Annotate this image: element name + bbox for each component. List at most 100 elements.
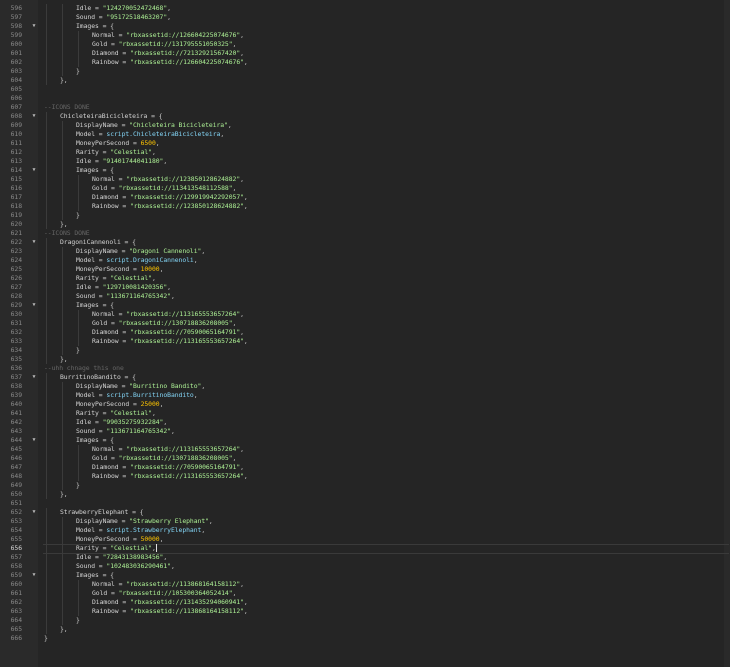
code-line[interactable]: 654 Model = script.StrawberryElephant, — [0, 526, 730, 535]
code-line[interactable]: 663 Rainbow = "rbxassetid://1138681641581… — [0, 607, 730, 616]
code-line[interactable]: 639 Model = script.BurritinoBandito, — [0, 391, 730, 400]
code-editor[interactable]: 596 Idle = "124270052472468", 597 Sound = "… — [0, 0, 730, 667]
code-line[interactable]: 656 Rarity = "Celestial", — [0, 544, 730, 554]
indent-guide — [46, 58, 47, 67]
code-line[interactable]: 623 DisplayName = "Dragoni Cannenoli", — [0, 247, 730, 256]
token-str: "99035275932284" — [102, 418, 164, 426]
code-line[interactable]: 609 DisplayName = "Chicleteira Bicicletei… — [0, 121, 730, 130]
code-line[interactable]: 599 Normal = "rbxassetid://12660422507467… — [0, 31, 730, 40]
code-line[interactable]: 646 Gold = "rbxassetid://130718836208005"… — [0, 454, 730, 463]
fold-toggle-icon[interactable]: ▼ — [30, 238, 38, 247]
fold-toggle-icon[interactable]: ▼ — [30, 436, 38, 445]
code-line[interactable]: 611 MoneyPerSecond = 6500, — [0, 139, 730, 148]
code-line[interactable]: 637 ▼ BurritinoBandito = { — [0, 373, 730, 382]
code-line[interactable]: 664} — [0, 616, 730, 625]
code-line[interactable]: 606 — [0, 94, 730, 103]
code-line[interactable]: 651 — [0, 499, 730, 508]
token-punc: }, — [60, 625, 68, 633]
code-line[interactable]: 616 Gold = "rbxassetid://113413548112588"… — [0, 184, 730, 193]
line-number: 602 — [10, 58, 22, 66]
code-line[interactable]: 648 Rainbow = "rbxassetid://1131655536572… — [0, 472, 730, 481]
indent-guide — [46, 121, 47, 130]
code-line[interactable]: 617 Diamond = "rbxassetid://1299199422920… — [0, 193, 730, 202]
code-line[interactable]: 624 Model = script.DragoniCannenoli, — [0, 256, 730, 265]
code-line[interactable]: 659 ▼ Images = { — [0, 571, 730, 580]
code-line[interactable]: 631 Gold = "rbxassetid://130718836208005"… — [0, 319, 730, 328]
code-line[interactable]: 608 ▼ ChicleteiraBicicleteira = { — [0, 112, 730, 121]
fold-toggle-icon[interactable]: ▼ — [30, 22, 38, 31]
code-line[interactable]: 645 Normal = "rbxassetid://11316555365726… — [0, 445, 730, 454]
code-line[interactable]: 615 Normal = "rbxassetid://12385012862488… — [0, 175, 730, 184]
token-punc: } — [76, 346, 80, 354]
code-text: MoneyPerSecond = 6500, — [76, 139, 160, 148]
code-line[interactable]: 653 DisplayName = "Strawberry Elephant", — [0, 517, 730, 526]
indent-guide — [62, 346, 63, 355]
code-line[interactable]: 635}, — [0, 355, 730, 364]
fold-toggle-icon[interactable]: ▼ — [30, 373, 38, 382]
code-text: Idle = "72843138983456", — [76, 553, 167, 562]
code-line[interactable]: 634} — [0, 346, 730, 355]
code-line[interactable]: 625 MoneyPerSecond = 10000, — [0, 265, 730, 274]
fold-toggle-icon[interactable]: ▼ — [30, 301, 38, 310]
code-line[interactable]: 640 MoneyPerSecond = 25000, — [0, 400, 730, 409]
code-line[interactable]: 614 ▼ Images = { — [0, 166, 730, 175]
code-line[interactable]: 619} — [0, 211, 730, 220]
token-field: StrawberryElephant = { — [60, 508, 144, 516]
code-line[interactable]: 602 Rainbow = "rbxassetid://1266042250746… — [0, 58, 730, 67]
code-line[interactable]: 657 Idle = "72843138983456", — [0, 553, 730, 562]
code-line[interactable]: 647 Diamond = "rbxassetid://7059006516479… — [0, 463, 730, 472]
code-line[interactable]: 660 Normal = "rbxassetid://11386816415811… — [0, 580, 730, 589]
token-punc: , — [232, 40, 237, 48]
code-line[interactable]: 629 ▼ Images = { — [0, 301, 730, 310]
code-line[interactable]: 610 Model = script.ChicleteiraBicicleteir… — [0, 130, 730, 139]
code-line[interactable]: 658 Sound = "102483036290461", — [0, 562, 730, 571]
code-line[interactable]: 665}, — [0, 625, 730, 634]
fold-toggle-icon[interactable]: ▼ — [30, 508, 38, 517]
indent-guide — [62, 13, 63, 22]
code-line[interactable]: 628 Sound = "113671164765342", — [0, 292, 730, 301]
fold-toggle-icon[interactable]: ▼ — [30, 166, 38, 175]
code-line[interactable]: 650}, — [0, 490, 730, 499]
fold-toggle-icon[interactable]: ▼ — [30, 571, 38, 580]
fold-toggle-icon[interactable]: ▼ — [30, 112, 38, 121]
code-line[interactable]: 620}, — [0, 220, 730, 229]
code-line[interactable]: 603} — [0, 67, 730, 76]
code-line[interactable]: 607 --ICONS DONE — [0, 103, 730, 112]
code-line[interactable]: 598 ▼ Images = { — [0, 22, 730, 31]
token-str: "Chicleteira Bicicleteira" — [129, 121, 228, 129]
code-line[interactable]: 666} — [0, 634, 730, 643]
code-line[interactable]: 638 DisplayName = "Burritino Bandito", — [0, 382, 730, 391]
code-line[interactable]: 655 MoneyPerSecond = 50000, — [0, 535, 730, 544]
code-line[interactable]: 605 — [0, 85, 730, 94]
code-line[interactable]: 600 Gold = "rbxassetid://131795551050325"… — [0, 40, 730, 49]
code-line[interactable]: 643 Sound = "113671164765342", — [0, 427, 730, 436]
code-line[interactable]: 644 ▼ Images = { — [0, 436, 730, 445]
code-line[interactable]: 612 Rarity = "Celestial", — [0, 148, 730, 157]
code-line[interactable]: 641 Rarity = "Celestial", — [0, 409, 730, 418]
code-line[interactable]: 652 ▼ StrawberryElephant = { — [0, 508, 730, 517]
code-line[interactable]: 621 --ICONS DONE — [0, 229, 730, 238]
code-line[interactable]: 622 ▼ DragoniCannenoli = { — [0, 238, 730, 247]
code-line[interactable]: 649} — [0, 481, 730, 490]
line-number: 608 — [10, 112, 22, 120]
indent-guide — [78, 472, 79, 481]
code-line[interactable]: 626 Rarity = "Celestial", — [0, 274, 730, 283]
code-line[interactable]: 627 Idle = "129710081420356", — [0, 283, 730, 292]
code-line[interactable]: 601 Diamond = "rbxassetid://7213292156742… — [0, 49, 730, 58]
code-line[interactable]: 604}, — [0, 76, 730, 85]
code-line[interactable]: 632 Diamond = "rbxassetid://7059006516479… — [0, 328, 730, 337]
code-line[interactable]: 613 Idle = "91401744041180", — [0, 157, 730, 166]
line-number: 619 — [10, 211, 22, 219]
code-line[interactable]: 661 Gold = "rbxassetid://105300364052414"… — [0, 589, 730, 598]
code-line[interactable]: 630 Normal = "rbxassetid://11316555365726… — [0, 310, 730, 319]
code-line[interactable]: 618 Rainbow = "rbxassetid://1238501286248… — [0, 202, 730, 211]
token-field: Model = — [76, 391, 107, 399]
code-line[interactable]: 597 Sound = "95172518463207", — [0, 13, 730, 22]
code-line[interactable]: 633 Rainbow = "rbxassetid://1131655536572… — [0, 337, 730, 346]
line-number: 653 — [10, 517, 22, 525]
line-number: 599 — [10, 31, 22, 39]
code-line[interactable]: 636 --uhh chnage this one — [0, 364, 730, 373]
code-line[interactable]: 642 Idle = "99035275932284", — [0, 418, 730, 427]
code-line[interactable]: 662 Diamond = "rbxassetid://1314352940609… — [0, 598, 730, 607]
code-line[interactable]: 596 Idle = "124270052472468", — [0, 4, 730, 13]
